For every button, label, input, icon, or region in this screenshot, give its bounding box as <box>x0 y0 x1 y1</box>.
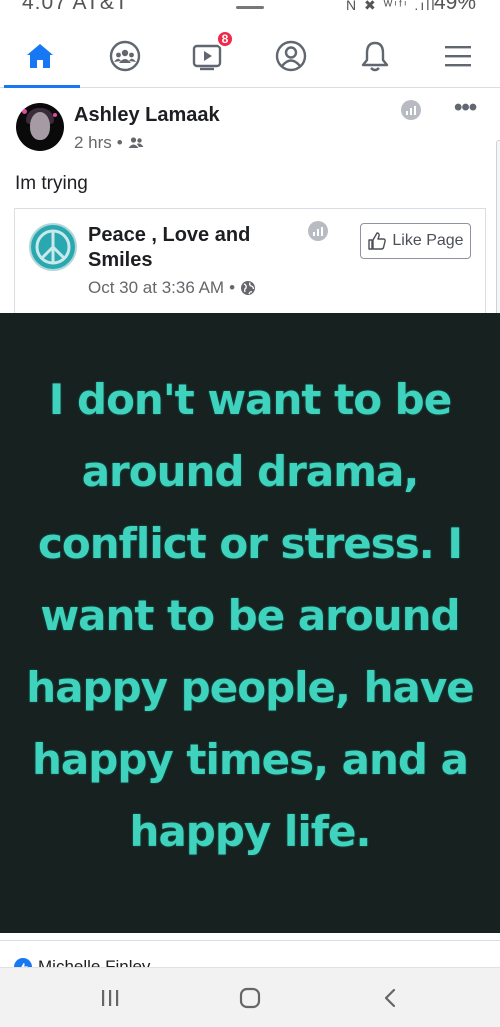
status-time: 4:07 AT&T <box>22 0 129 14</box>
recent-apps-icon <box>102 990 119 1006</box>
status-bar: 4:07 AT&T N ✖ ᵂⁱᶠⁱ .ıll 49% <box>0 0 500 22</box>
post-header: Ashley Lamaak 2 hrs • ••• <box>0 94 500 166</box>
home-button[interactable] <box>235 986 265 1010</box>
tab-groups[interactable] <box>105 36 145 76</box>
shared-post-meta: Oct 30 at 3:36 AM • <box>88 278 256 298</box>
active-tab-indicator <box>4 85 80 88</box>
android-navigation-bar <box>0 967 500 1027</box>
home-circle-icon <box>239 987 261 1009</box>
hamburger-menu-icon <box>445 46 471 67</box>
battery-level: 49% <box>433 0 476 14</box>
quote-text: I don't want to be around drama, conflic… <box>15 364 485 868</box>
author-avatar[interactable] <box>16 103 64 151</box>
tab-watch[interactable]: 8 <box>188 30 234 76</box>
post-time[interactable]: 2 hrs <box>74 133 112 153</box>
meta-separator: • <box>116 133 123 152</box>
quote-line: happy life. <box>129 807 372 856</box>
watch-badge: 8 <box>216 30 234 48</box>
more-options-button[interactable]: ••• <box>454 94 477 122</box>
recent-apps-button[interactable] <box>95 986 125 1010</box>
quote-line: around drama, <box>81 447 420 496</box>
shared-quote-image[interactable]: I don't want to be around drama, conflic… <box>0 313 500 933</box>
like-page-label: Like Page <box>392 232 464 249</box>
reactions-row[interactable]: Michelle Finley <box>0 940 500 970</box>
scroll-handle[interactable] <box>496 140 500 330</box>
quote-line: want to be around <box>40 591 460 640</box>
quote-line: conflict or stress. I <box>38 519 463 568</box>
quote-line: happy people, have <box>26 663 474 712</box>
shared-post-date[interactable]: Oct 30 at 3:36 AM <box>88 278 224 298</box>
facebook-nav-bar: 8 <box>0 22 500 88</box>
notch-pill <box>236 6 264 9</box>
page-avatar[interactable] <box>29 223 77 271</box>
bell-icon <box>361 41 389 72</box>
tab-menu[interactable] <box>438 36 478 76</box>
profile-icon <box>275 40 307 72</box>
meta-separator: • <box>229 278 236 297</box>
quote-line: happy times, and a <box>32 735 469 784</box>
globe-icon <box>241 281 256 295</box>
tab-profile[interactable] <box>271 36 311 76</box>
like-page-button[interactable]: Like Page <box>360 223 471 259</box>
post-text: Im trying <box>15 173 88 194</box>
thumbs-up-icon <box>368 232 387 250</box>
shared-insights-icon[interactable] <box>308 221 328 241</box>
post-insights-icon[interactable] <box>401 100 421 120</box>
shared-post-card[interactable]: Peace , Love and Smiles Oct 30 at 3:36 A… <box>14 208 486 318</box>
tab-home[interactable] <box>20 36 60 76</box>
quote-line: I don't want to be <box>48 375 452 424</box>
author-name[interactable]: Ashley Lamaak <box>74 104 220 127</box>
back-arrow-icon <box>384 988 396 1008</box>
back-button[interactable] <box>375 986 405 1010</box>
status-icons: N ✖ ᵂⁱᶠⁱ .ıll <box>346 0 437 13</box>
post-meta: 2 hrs • <box>74 133 144 153</box>
groups-icon <box>109 40 141 72</box>
shared-page-name[interactable]: Peace , Love and Smiles <box>88 223 278 273</box>
home-icon <box>27 44 53 68</box>
peace-sign-icon <box>35 229 71 265</box>
tab-notifications[interactable] <box>355 36 395 76</box>
friends-icon <box>128 137 144 148</box>
